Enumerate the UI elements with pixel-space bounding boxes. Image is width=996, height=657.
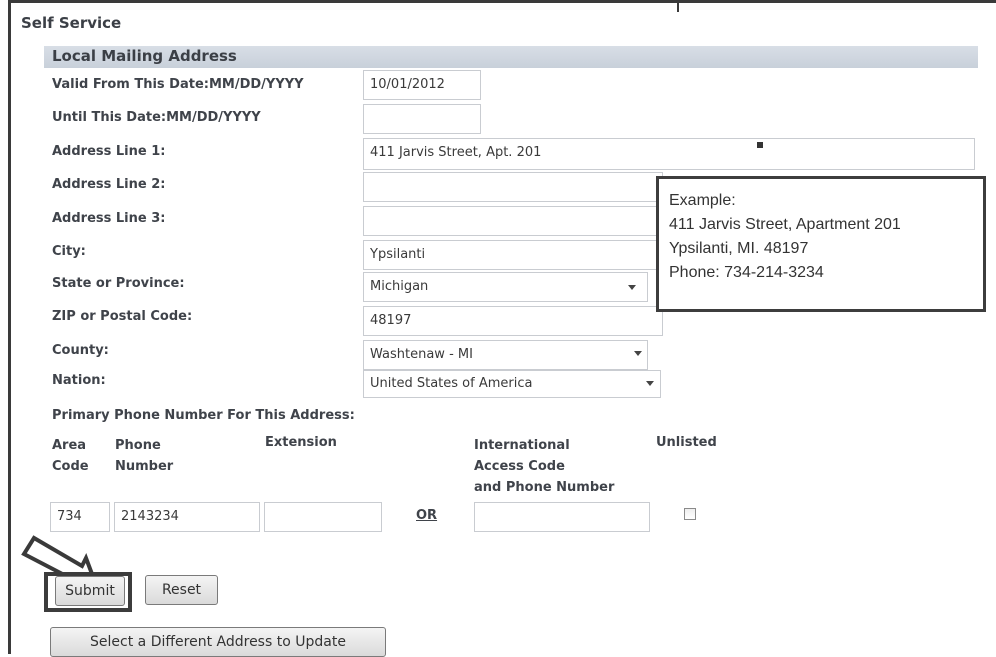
zip-input[interactable]: 48197: [363, 306, 663, 336]
address-line-3-label: Address Line 3:: [52, 211, 166, 226]
until-input[interactable]: [363, 104, 481, 134]
example-callout: Example: 411 Jarvis Street, Apartment 20…: [656, 176, 986, 312]
window-border-tick: [677, 0, 679, 12]
unlisted-checkbox[interactable]: [684, 508, 696, 520]
chevron-down-icon[interactable]: [628, 285, 636, 290]
col-international: International Access Code and Phone Numb…: [474, 435, 614, 498]
address-line-1-label: Address Line 1:: [52, 144, 166, 159]
valid-from-input[interactable]: 10/01/2012: [363, 70, 481, 100]
nation-label: Nation:: [52, 373, 106, 388]
select-different-address-button[interactable]: Select a Different Address to Update: [50, 627, 386, 657]
state-select-value: Michigan: [370, 279, 429, 294]
phone-number-input[interactable]: 2143234: [114, 502, 260, 532]
col-phone-line-1: Phone: [115, 438, 161, 453]
window-border-top: [8, 0, 996, 3]
state-label: State or Province:: [52, 276, 185, 291]
extension-input[interactable]: [264, 502, 382, 532]
example-heading: Example:: [669, 192, 736, 209]
address-line-2-input[interactable]: [363, 172, 663, 202]
example-phone-line: Phone: 734-214-3234: [669, 264, 824, 281]
page-title: Self Service: [21, 14, 122, 32]
example-address-line: 411 Jarvis Street, Apartment 201: [669, 216, 901, 233]
or-label: OR: [416, 508, 438, 523]
nation-select[interactable]: United States of America: [363, 370, 661, 398]
chevron-down-icon[interactable]: [646, 381, 654, 386]
col-intl-line-2: Access Code: [474, 459, 565, 474]
col-area-line-2: Code: [52, 459, 89, 474]
example-city-line: Ypsilanti, MI. 48197: [669, 240, 809, 257]
reset-button[interactable]: Reset: [145, 575, 218, 605]
county-select[interactable]: Washtenaw - MI: [363, 340, 648, 370]
address-line-3-input[interactable]: [363, 206, 663, 236]
phone-heading: Primary Phone Number For This Address:: [52, 408, 355, 423]
nation-select-value: United States of America: [370, 376, 533, 391]
section-title: Local Mailing Address: [52, 47, 237, 65]
chevron-down-icon[interactable]: [634, 351, 642, 356]
city-input[interactable]: Ypsilanti: [363, 240, 663, 270]
col-phone-line-2: Number: [115, 459, 174, 474]
col-area-line-1: Area: [52, 438, 87, 453]
zip-label: ZIP or Postal Code:: [52, 309, 193, 324]
state-select[interactable]: Michigan: [363, 272, 648, 302]
col-unlisted: Unlisted: [656, 435, 717, 450]
county-select-value: Washtenaw - MI: [370, 347, 473, 362]
city-label: City:: [52, 244, 86, 259]
col-intl-line-1: International: [474, 438, 570, 453]
col-extension: Extension: [265, 435, 337, 450]
valid-from-label: Valid From This Date:MM/DD/YYYY: [52, 77, 304, 92]
cursor-dot: [757, 142, 763, 148]
address-line-2-label: Address Line 2:: [52, 177, 166, 192]
col-area-code: Area Code: [52, 435, 89, 477]
col-intl-line-3: and Phone Number: [474, 480, 615, 495]
international-input[interactable]: [474, 502, 650, 532]
until-label: Until This Date:MM/DD/YYYY: [52, 110, 261, 125]
col-phone-number: Phone Number: [115, 435, 173, 477]
address-line-1-input[interactable]: 411 Jarvis Street, Apt. 201: [363, 138, 975, 170]
submit-button[interactable]: Submit: [55, 576, 125, 606]
county-label: County:: [52, 343, 109, 358]
